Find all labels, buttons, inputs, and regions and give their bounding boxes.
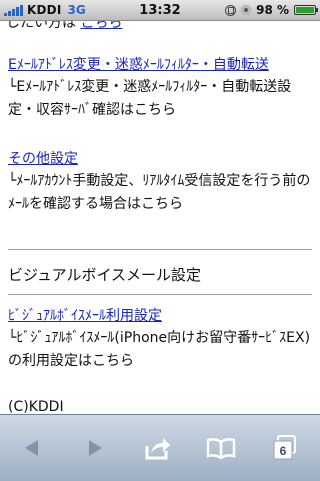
tabs-button[interactable]: 6 <box>270 433 300 463</box>
status-bar: KDDI 3G 13:32 98 % <box>0 0 320 21</box>
bookmarks-button[interactable] <box>206 433 236 463</box>
rotation-lock-icon <box>225 4 237 16</box>
forward-arrow-icon <box>89 440 102 456</box>
email-settings-desc: └Eﾒｰﾙｱﾄﾞﾚｽ変更・迷惑ﾒｰﾙﾌｨﾙﾀｰ・自動転送設定・収容ｻｰﾊﾞ確認は… <box>8 79 292 118</box>
cut-off-link[interactable]: こちら <box>80 21 122 31</box>
email-settings-link[interactable]: Eﾒｰﾙｱﾄﾞﾚｽ変更・迷惑ﾒｰﾙﾌｨﾙﾀｰ・自動転送 <box>8 55 314 75</box>
browser-toolbar: 6 <box>0 414 320 481</box>
bookmarks-icon <box>206 438 236 459</box>
visual-voicemail-link[interactable]: ﾋﾞｼﾞｭｱﾙﾎﾞｲｽﾒｰﾙ利用設定 <box>8 306 314 326</box>
back-arrow-icon <box>25 440 38 456</box>
cut-off-line: したい方は こちら <box>6 21 122 32</box>
visual-voicemail-desc: └ﾋﾞｼﾞｭｱﾙﾎﾞｲｽﾒｰﾙ(iPhone向けお留守番ｻｰﾋﾞｽEX)の利用設… <box>8 330 311 369</box>
other-settings-link[interactable]: その他設定 <box>8 149 314 169</box>
section-email-settings: Eﾒｰﾙｱﾄﾞﾚｽ変更・迷惑ﾒｰﾙﾌｨﾙﾀｰ・自動転送 └Eﾒｰﾙｱﾄﾞﾚｽ変更… <box>8 55 314 122</box>
forward-button[interactable] <box>80 433 110 463</box>
cut-off-text: したい方は <box>6 21 76 31</box>
section-other-settings: その他設定 └ﾒｰﾙｱｶｳﾝﾄ手動設定、ﾘｱﾙﾀｲﾑ受信設定を行う前のﾒｰﾙを確… <box>8 149 314 216</box>
status-right: 98 % <box>225 3 318 17</box>
tabs-icon: 6 <box>273 435 296 460</box>
web-content[interactable]: したい方は こちら Eﾒｰﾙｱﾄﾞﾚｽ変更・迷惑ﾒｰﾙﾌｨﾙﾀｰ・自動転送 └E… <box>0 21 320 413</box>
divider-top <box>8 249 312 250</box>
copyright: (C)KDDI <box>8 399 64 413</box>
section-visual-voicemail: ﾋﾞｼﾞｭｱﾙﾎﾞｲｽﾒｰﾙ利用設定 └ﾋﾞｼﾞｭｱﾙﾎﾞｲｽﾒｰﾙ(iPhon… <box>8 306 314 373</box>
share-icon <box>145 438 170 460</box>
visual-voicemail-heading: ビジュアルボイスメール設定 <box>8 266 202 284</box>
share-button[interactable] <box>143 433 173 463</box>
battery-fill <box>296 7 314 13</box>
tabs-count: 6 <box>280 444 287 458</box>
back-button[interactable] <box>17 433 47 463</box>
divider-bottom <box>8 294 312 295</box>
battery-icon <box>294 5 318 15</box>
other-settings-desc: └ﾒｰﾙｱｶｳﾝﾄ手動設定、ﾘｱﾙﾀｲﾑ受信設定を行う前のﾒｰﾙを確認する場合は… <box>8 173 311 212</box>
activity-icon <box>241 5 252 15</box>
battery-percent: 98 % <box>256 3 289 17</box>
